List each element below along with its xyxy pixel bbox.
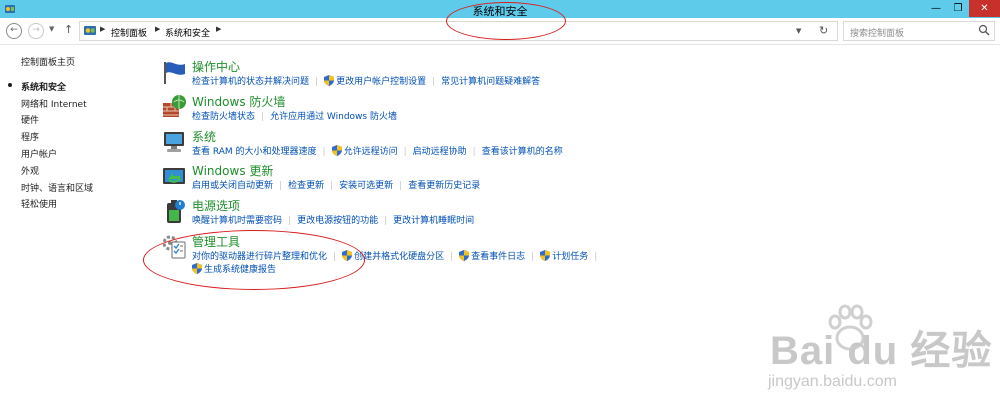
link-health-report[interactable]: 生成系统健康报告: [204, 265, 276, 275]
uac-shield-icon: [459, 250, 470, 261]
sidebar-item-appearance[interactable]: 外观: [21, 164, 39, 177]
window-title: 系统和安全: [472, 5, 528, 18]
link-remote-assistance[interactable]: 启动远程协助: [413, 147, 467, 157]
search-icon[interactable]: [978, 24, 990, 36]
sidebar-item-home[interactable]: 控制面板主页: [21, 55, 75, 68]
selected-bullet-icon: [8, 83, 12, 87]
back-button[interactable]: ←: [6, 23, 22, 39]
uac-shield-icon: [324, 75, 335, 86]
power-options-icon[interactable]: [160, 197, 188, 225]
sidebar-item-user-accounts[interactable]: 用户帐户: [21, 147, 57, 160]
breadcrumb-separator-icon[interactable]: ▶: [155, 25, 160, 33]
uac-shield-icon: [342, 250, 353, 261]
search-input[interactable]: 搜索控制面板: [843, 21, 995, 41]
category-links: 对你的驱动器进行碎片整理和优化 | 创建并格式化硬盘分区 | 查看事件日志 | 计划任务 |: [192, 250, 598, 262]
breadcrumb-separator-icon[interactable]: ▶: [216, 25, 221, 33]
category-links: 检查防火墙状态 | 允许应用通过 Windows 防火墙: [192, 112, 397, 122]
category-links: 查看 RAM 的大小和处理器速度 | 允许远程访问 | 启动远程协助 | 查看该计算机的名称: [192, 145, 563, 157]
recent-locations-chevron-icon[interactable]: ▼: [49, 25, 54, 33]
link-event-log[interactable]: 查看事件日志: [471, 252, 525, 262]
category-links: 唤醒计算机时需要密码 | 更改电源按钮的功能 | 更改计算机睡眠时间: [192, 216, 475, 226]
admin-tools-icon[interactable]: [160, 233, 188, 261]
category-title[interactable]: 电源选项: [192, 197, 240, 214]
link-optional-updates[interactable]: 安装可选更新: [339, 181, 393, 191]
link-auto-update[interactable]: 启用或关闭自动更新: [192, 181, 273, 191]
up-button[interactable]: ↑: [64, 23, 73, 36]
action-center-flag-icon[interactable]: [160, 58, 188, 86]
category-title[interactable]: 系统: [192, 128, 216, 145]
link-task-scheduler[interactable]: 计划任务: [552, 252, 588, 262]
link-power-button[interactable]: 更改电源按钮的功能: [297, 216, 378, 226]
watermark-url: jingyan.baidu.com: [768, 373, 897, 390]
address-dropdown-icon[interactable]: ▼: [796, 27, 801, 35]
minimize-button[interactable]: —: [925, 0, 947, 17]
sidebar-item-programs[interactable]: 程序: [21, 130, 39, 143]
sidebar-item-clock-region[interactable]: 时钟、语言和区域: [21, 181, 93, 194]
category-links: 检查计算机的状态并解决问题 | 更改用户帐户控制设置 | 常见计算机问题疑难解答: [192, 75, 541, 87]
address-bar[interactable]: ▶ 控制面板 ▶ 系统和安全 ▶ ▼ ↻: [79, 21, 838, 41]
link-disk-partition[interactable]: 创建并格式化硬盘分区: [354, 252, 444, 262]
link-allow-app[interactable]: 允许应用通过 Windows 防火墙: [270, 112, 397, 122]
uac-shield-icon: [192, 263, 202, 274]
watermark-brand: Bai du 经验: [770, 329, 993, 373]
link-view-ram[interactable]: 查看 RAM 的大小和处理器速度: [192, 147, 317, 157]
category-title[interactable]: Windows 防火墙: [192, 93, 285, 110]
category-links: 启用或关闭自动更新 | 检查更新 | 安装可选更新 | 查看更新历史记录: [192, 181, 481, 191]
link-firewall-status[interactable]: 检查防火墙状态: [192, 112, 255, 122]
link-check-updates[interactable]: 检查更新: [288, 181, 324, 191]
system-computer-icon[interactable]: [160, 128, 188, 156]
uac-shield-icon: [331, 145, 342, 156]
control-panel-icon: [84, 26, 96, 35]
sidebar-item-ease-of-access[interactable]: 轻松使用: [21, 197, 57, 210]
maximize-button[interactable]: ❐: [947, 0, 969, 17]
category-title[interactable]: Windows 更新: [192, 162, 273, 179]
forward-button[interactable]: →: [28, 23, 44, 39]
uac-shield-icon: [540, 250, 551, 261]
link-check-status[interactable]: 检查计算机的状态并解决问题: [192, 77, 309, 87]
link-uac-settings[interactable]: 更改用户帐户控制设置: [336, 77, 426, 87]
category-links-second-row: 生成系统健康报告: [192, 262, 276, 275]
category-title[interactable]: 管理工具: [192, 233, 240, 250]
navigation-bar: ← → ▼ ↑ ▶ 控制面板 ▶ 系统和安全 ▶ ▼ ↻ 搜索控制面板: [0, 18, 1000, 45]
link-remote-access[interactable]: 允许远程访问: [344, 147, 398, 157]
sidebar-item-system-security[interactable]: 系统和安全: [21, 80, 66, 93]
link-sleep-time[interactable]: 更改计算机睡眠时间: [393, 216, 474, 226]
windows-update-icon[interactable]: [160, 162, 188, 190]
breadcrumb-separator-icon: ▶: [100, 25, 106, 33]
link-computer-name[interactable]: 查看该计算机的名称: [482, 147, 563, 157]
link-wake-password[interactable]: 唤醒计算机时需要密码: [192, 216, 282, 226]
title-bar: 系统和安全 — ❐ ✕: [0, 0, 1000, 18]
breadcrumb-system-security[interactable]: 系统和安全: [165, 26, 210, 39]
breadcrumb-control-panel[interactable]: 控制面板: [111, 26, 147, 39]
firewall-icon[interactable]: [160, 93, 188, 121]
search-placeholder: 搜索控制面板: [850, 29, 905, 39]
sidebar-item-network[interactable]: 网络和 Internet: [21, 97, 87, 110]
link-troubleshoot[interactable]: 常见计算机问题疑难解答: [441, 77, 540, 87]
sidebar-item-hardware[interactable]: 硬件: [21, 113, 39, 126]
link-update-history[interactable]: 查看更新历史记录: [408, 181, 480, 191]
category-title[interactable]: 操作中心: [192, 58, 240, 75]
refresh-icon[interactable]: ↻: [819, 24, 828, 37]
close-button[interactable]: ✕: [969, 0, 1000, 17]
link-defragment[interactable]: 对你的驱动器进行碎片整理和优化: [192, 252, 327, 262]
